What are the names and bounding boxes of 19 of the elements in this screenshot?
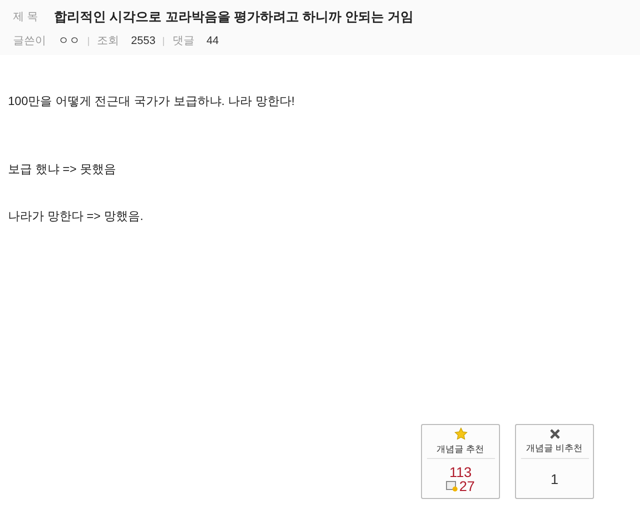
vote-count: 113 <box>449 464 472 478</box>
body-text: 나라가 망한다 => 망했음. <box>8 208 144 225</box>
recommend-button[interactable]: 개념글 추천 113 27 <box>421 424 500 499</box>
star-icon <box>454 426 468 441</box>
meta-value: 2553 <box>131 34 156 49</box>
meta-label: 글쓴이 <box>13 34 46 49</box>
document-icon <box>446 480 458 492</box>
title-label: 제 목 <box>13 10 38 25</box>
body-text: 100만을 어떻게 전근대 국가가 보급하냐. 나라 망한다! <box>8 93 296 110</box>
meta-value: ㅇㅇ <box>58 34 80 49</box>
close-icon <box>548 428 560 440</box>
body-text: 보급 했냐 => 못했음 <box>8 161 118 178</box>
meta-label: 조회 <box>97 34 119 49</box>
meta-label: 댓글 <box>172 34 194 49</box>
meta-value: 44 <box>206 34 219 49</box>
sub-count: 27 <box>459 478 475 492</box>
vote-count: 1 <box>550 472 558 486</box>
post-title: 합리적인 시각으로 꼬라박음을 평가하려고 하니까 안되는 거임 <box>54 8 414 26</box>
not-recommend-button[interactable]: 개념글 비추천 1 <box>515 424 594 499</box>
